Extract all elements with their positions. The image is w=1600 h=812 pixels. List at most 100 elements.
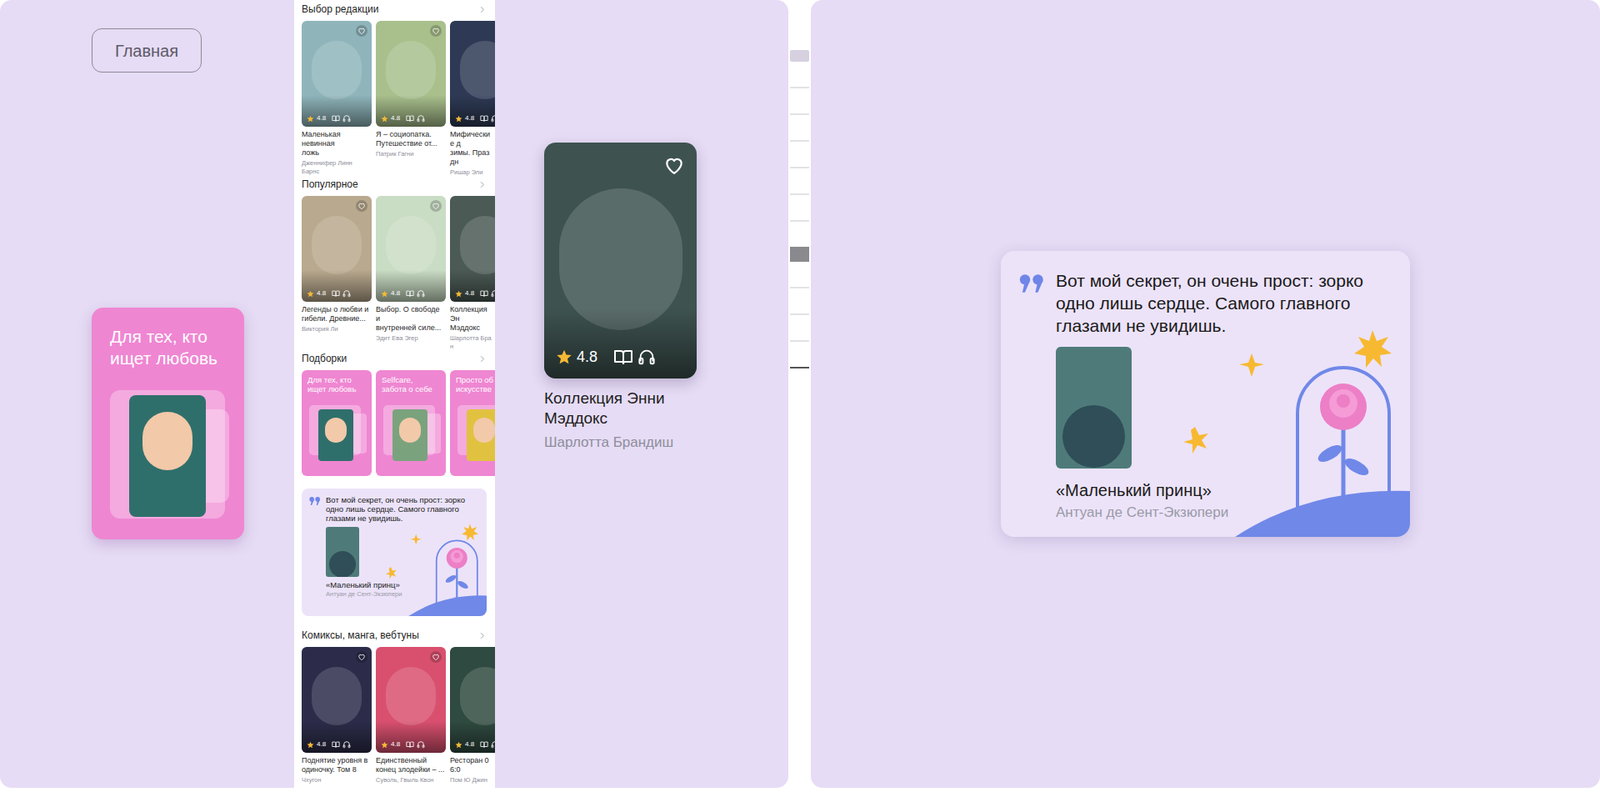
strip-line <box>790 113 810 115</box>
cover-shade <box>450 270 495 302</box>
book-card[interactable]: 4.8Ресторан 06:0Пом Ю Джин <box>450 646 495 785</box>
rating-value: 4.8 <box>316 740 326 748</box>
collection-card[interactable]: Selfcare,забота о себе <box>375 370 446 476</box>
book-cover[interactable]: 4.8 <box>301 20 372 127</box>
book-authors: Суволь, Гвыль Квон <box>375 775 446 785</box>
star-icon <box>380 115 389 123</box>
book-icon[interactable] <box>405 114 415 123</box>
book-card[interactable]: 4.8Легенды о любви игибели. Древние...Ви… <box>301 195 372 351</box>
rating-badge: 4.8 <box>455 740 495 749</box>
cover-art <box>460 666 495 725</box>
headphones-icon[interactable] <box>416 740 425 749</box>
strip-line <box>790 166 810 169</box>
headphones-icon[interactable] <box>490 114 495 123</box>
book-icon[interactable] <box>405 289 415 298</box>
headphones-icon[interactable] <box>416 289 425 298</box>
quote-body: Вот мой секрет, он очень прост: зорко од… <box>325 495 481 616</box>
book-card[interactable]: 4.8Поднятие уровня водиночку. Том 8Чхуго… <box>301 646 372 785</box>
book-title: Коллекция Энни Мэддокс <box>544 388 697 429</box>
book-cover[interactable]: 4.8 <box>450 195 495 302</box>
chevron-right-icon[interactable] <box>477 354 487 364</box>
cover-shade <box>301 720 372 753</box>
book-meta: Мифические дзимы. ПразднРишар Эли <box>450 130 492 177</box>
book-cover[interactable]: 4.8 <box>375 20 446 127</box>
shelf-section: Подборки Для тех, ктоищет любовьSelfcare,… <box>301 350 495 489</box>
chevron-right-icon[interactable] <box>477 180 487 190</box>
heart-icon[interactable] <box>430 650 442 663</box>
book-author: Виктория Ли <box>301 325 372 334</box>
book-card[interactable]: 4.8Коллекция ЭнМэддоксШарлотта Бран <box>450 195 495 351</box>
strip-bar <box>790 50 810 62</box>
quote-card: Вот мой секрет, он очень прост: зорко од… <box>301 488 487 616</box>
heart-icon[interactable] <box>430 200 442 212</box>
section-header[interactable]: Комиксы, манга, вебтуны <box>301 627 487 643</box>
home-button[interactable]: Главная <box>91 28 202 73</box>
book-card[interactable]: 4.8Коллекция Энни МэддоксШарлотта Бранди… <box>544 142 697 451</box>
book-cover[interactable]: 4.8 <box>450 20 495 127</box>
book-icon[interactable] <box>331 114 340 123</box>
book-title: одиночку. Том 8 <box>301 765 372 775</box>
headphones-icon[interactable] <box>342 114 351 123</box>
book-icon[interactable] <box>331 289 340 298</box>
heart-icon[interactable] <box>663 154 685 176</box>
book-cover[interactable]: 4.8 <box>301 195 372 302</box>
section-header[interactable]: Выбор редакции <box>301 1 487 17</box>
book-meta: Выбор. О свободе ивнутренней силе...Эдит… <box>375 305 446 343</box>
book-card[interactable]: 4.8Я – социопатка.Путешествие от...Патри… <box>375 20 446 177</box>
book-title: Маленькая невинная <box>301 130 372 149</box>
book-title: «Маленький принц» <box>325 580 400 590</box>
book-cover[interactable]: 4.8 <box>301 646 372 753</box>
strip-line <box>790 340 810 342</box>
section-header[interactable]: Популярное <box>301 176 487 192</box>
cover-art <box>311 40 362 100</box>
book-title: внутренней силе... <box>375 323 446 333</box>
book-icon[interactable] <box>480 114 489 123</box>
collection-card[interactable]: Для тех, ктоищет любовь <box>301 370 372 476</box>
star-icon <box>306 740 315 749</box>
heart-icon[interactable] <box>355 650 368 663</box>
headphones-icon[interactable] <box>342 289 351 298</box>
book-cover[interactable]: 4.8 <box>375 195 446 302</box>
book-icon[interactable] <box>331 740 340 749</box>
heart-icon[interactable] <box>355 200 368 212</box>
headphones-icon[interactable] <box>490 289 495 298</box>
book-card[interactable]: 4.8Мифические дзимы. ПразднРишар Эли <box>450 20 495 177</box>
chevron-right-icon[interactable] <box>477 630 487 640</box>
star-icon <box>455 740 463 749</box>
collection-title: Для тех, кто <box>307 375 366 385</box>
book-cover[interactable] <box>325 526 360 577</box>
book-cover[interactable] <box>1055 346 1132 469</box>
headphones-icon[interactable] <box>416 114 425 123</box>
rating-value: 4.8 <box>465 290 475 297</box>
collection-card[interactable]: Для тех, кто ищет любовь <box>91 307 245 540</box>
book-icon[interactable] <box>480 740 489 749</box>
rating-badge: 4.8 <box>306 114 351 123</box>
book-card[interactable]: 4.8Единственныйконец злодейки – ...Сувол… <box>375 646 446 785</box>
collection-title: забота о себе <box>381 384 440 394</box>
book-cover[interactable]: 4.8 <box>375 646 446 753</box>
card-row: 4.8Легенды о любви игибели. Древние...Ви… <box>301 195 495 351</box>
heart-icon[interactable] <box>355 25 368 37</box>
cover-art <box>385 40 436 100</box>
book-card[interactable]: 4.8Маленькая невиннаяложьДженнифер ЛиннБ… <box>301 20 372 177</box>
headphones-icon[interactable] <box>342 740 351 749</box>
book-icon[interactable] <box>405 740 415 749</box>
strip-line <box>790 193 810 195</box>
strip-line <box>790 366 810 369</box>
book-title: Выбор. О свободе и <box>375 305 446 324</box>
book-card[interactable]: 4.8Выбор. О свободе ивнутренней силе...Э… <box>375 195 446 351</box>
section-header[interactable]: Подборки <box>301 350 487 366</box>
book-icon[interactable] <box>613 346 634 367</box>
headphones-icon[interactable] <box>637 347 656 366</box>
book-cover[interactable]: 4.8 <box>450 646 495 753</box>
cover-art <box>399 417 421 443</box>
cover-shade <box>375 95 446 127</box>
heart-icon[interactable] <box>430 25 442 37</box>
book-cover[interactable]: 4.8 <box>544 142 697 379</box>
book-icon[interactable] <box>480 289 489 298</box>
headphones-icon[interactable] <box>490 740 495 749</box>
collection-cover <box>392 409 428 461</box>
book-author: Шарлотта Бран <box>450 334 492 351</box>
chevron-right-icon[interactable] <box>477 5 487 15</box>
collection-card[interactable]: Просто обискусстве <box>450 370 495 476</box>
